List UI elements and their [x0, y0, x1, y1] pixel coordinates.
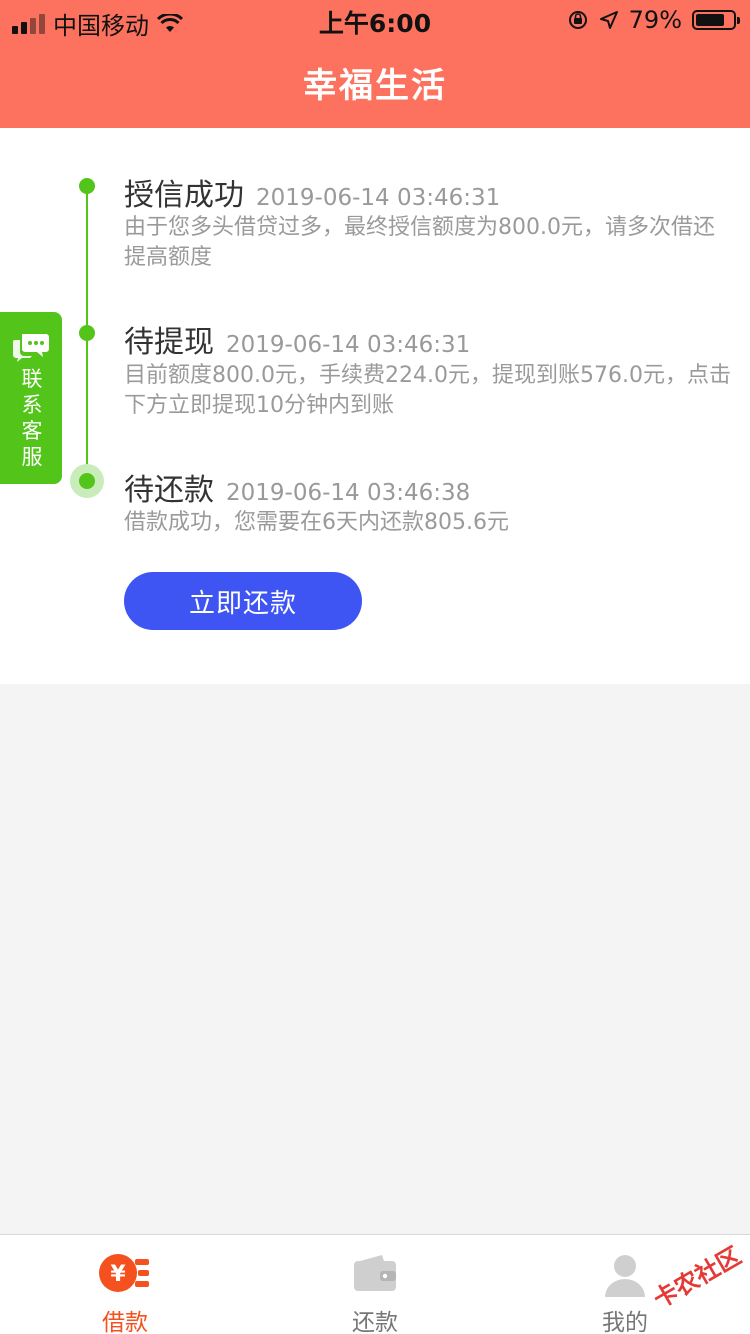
- step-time: 2019-06-14 03:46:38: [226, 480, 471, 506]
- battery-icon: [692, 10, 740, 30]
- customer-service-label: 联系客服: [21, 367, 43, 469]
- chat-bubble-icon: [12, 334, 49, 362]
- step-title-row: 授信成功 2019-06-14 03:46:31: [124, 170, 500, 214]
- svg-text:¥: ¥: [110, 1262, 126, 1287]
- timeline-dot: [79, 325, 95, 341]
- step-title: 待提现: [124, 325, 214, 360]
- tab-loan[interactable]: ¥ 借款: [0, 1235, 250, 1334]
- tab-label: 借款: [102, 1310, 148, 1334]
- wallet-icon: [354, 1255, 396, 1291]
- step-title: 待还款: [124, 473, 214, 508]
- step-time: 2019-06-14 03:46:31: [226, 332, 471, 358]
- tab-label: 还款: [352, 1310, 398, 1334]
- battery-percent: 79%: [628, 6, 682, 34]
- app-header: 中国移动 上午6:00 79% 幸福生活: [0, 0, 750, 128]
- status-right: 79%: [567, 6, 740, 34]
- repay-now-button[interactable]: 立即还款: [124, 572, 362, 630]
- tab-label: 我的: [602, 1310, 648, 1334]
- loan-yen-icon: ¥: [99, 1254, 149, 1292]
- location-arrow-icon: [599, 11, 618, 29]
- tab-repay[interactable]: 还款: [250, 1235, 500, 1334]
- user-icon: [605, 1255, 645, 1297]
- step-time: 2019-06-14 03:46:31: [256, 185, 501, 211]
- timeline-dot: [79, 178, 95, 194]
- step-description: 目前额度800.0元，手续费224.0元，提现到账576.0元，点击下方立即提现…: [124, 363, 731, 418]
- customer-service-tab[interactable]: 联系客服: [0, 312, 62, 484]
- step-title-row: 待提现 2019-06-14 03:46:31: [124, 317, 470, 361]
- orientation-lock-icon: [568, 11, 587, 29]
- bottom-tab-bar: ¥ 借款 还款 我的: [0, 1234, 750, 1334]
- status-bar: 中国移动 上午6:00 79%: [0, 0, 750, 40]
- step-title-row: 待还款 2019-06-14 03:46:38: [124, 465, 470, 509]
- page-title: 幸福生活: [303, 66, 447, 106]
- step-description: 由于您多头借贷过多，最终授信额度为800.0元，请多次借还提高额度: [124, 215, 715, 270]
- step-title: 授信成功: [124, 178, 244, 213]
- step-description: 借款成功，您需要在6天内还款805.6元: [124, 510, 509, 535]
- timeline-dot: [79, 473, 95, 489]
